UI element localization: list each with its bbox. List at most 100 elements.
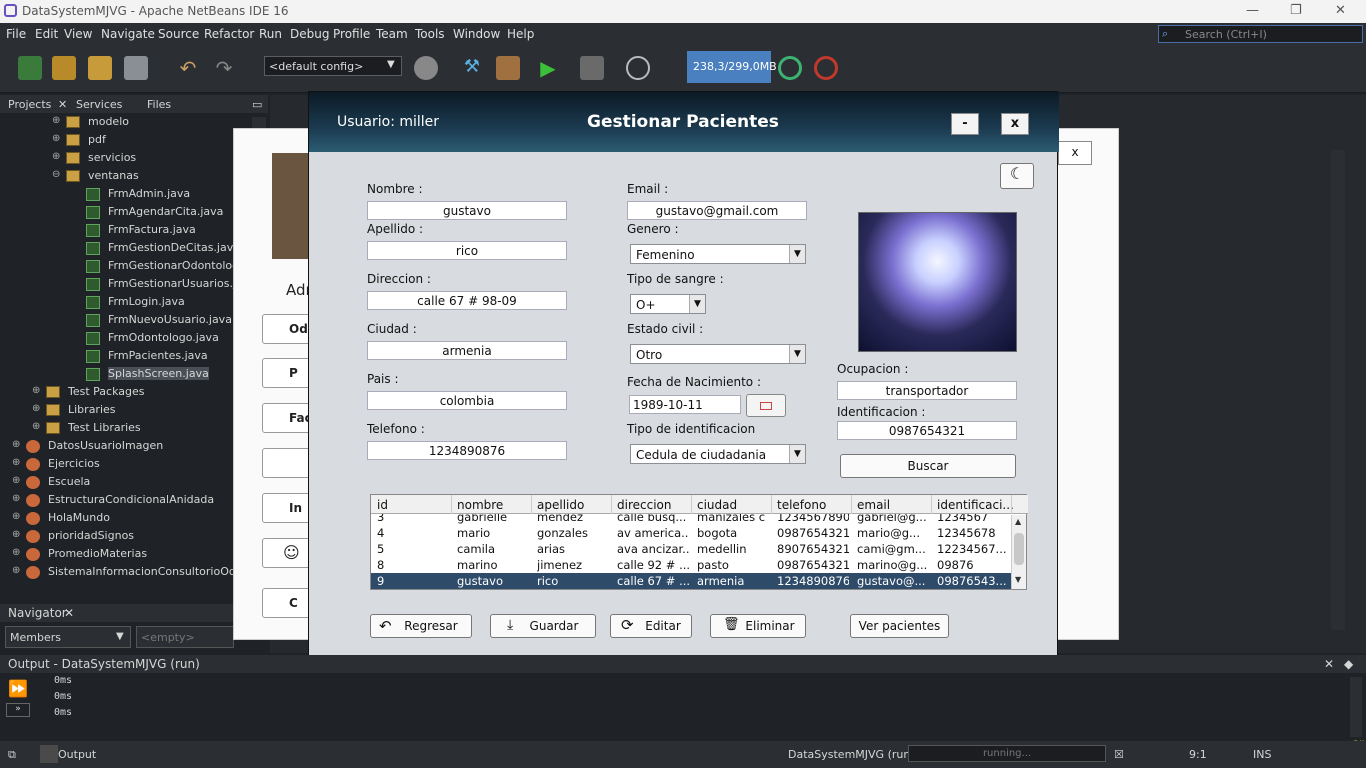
chevron-down-icon[interactable]: ▼	[116, 631, 124, 642]
minimize-button[interactable]: -	[951, 113, 979, 135]
identificacion-field[interactable]: 0987654321	[837, 421, 1017, 440]
col-ciudad[interactable]: ciudad	[697, 498, 737, 512]
table-row[interactable]: 5 camila arias ava ancizar... medellin 890765…	[371, 541, 1011, 557]
config-select[interactable]: <default config>	[264, 56, 402, 76]
table-row[interactable]: 3 gabrielle mendez calle busq... manizales c…	[371, 514, 1011, 525]
close-icon[interactable]: ✕	[64, 606, 74, 620]
chevron-down-icon[interactable]: ▼	[387, 59, 395, 70]
close-window-icon[interactable]: ✕	[1335, 3, 1346, 18]
scroll-thumb[interactable]	[1014, 533, 1024, 565]
tree-item[interactable]: FrmFactura.java	[108, 223, 196, 236]
cancel-task-icon[interactable]: ☒	[1114, 748, 1124, 761]
tree-item[interactable]: DatosUsuarioImagen	[48, 439, 163, 452]
tree-item[interactable]: FrmLogin.java	[108, 295, 185, 308]
tree-item[interactable]: FrmGestionDeCitas.java	[108, 241, 240, 254]
tab-services[interactable]: Services	[76, 98, 122, 111]
regresar-button[interactable]: ↶ Regresar	[370, 614, 472, 638]
search-input[interactable]: Search (Ctrl+I)	[1158, 25, 1363, 43]
tree-item[interactable]: Test Libraries	[68, 421, 141, 434]
members-select[interactable]: Members	[5, 626, 131, 648]
ocupacion-field[interactable]: transportador	[837, 381, 1017, 400]
nombre-field[interactable]: gustavo	[367, 201, 567, 220]
tree-item[interactable]: FrmGestionarOdontologos	[108, 259, 252, 272]
scroll-up-icon[interactable]: ▲	[1015, 517, 1021, 526]
close-icon[interactable]: ✕	[1324, 657, 1334, 671]
tree-item[interactable]: servicios	[88, 151, 136, 164]
profiler-icon[interactable]	[814, 56, 838, 80]
output-scrollbar[interactable]	[1350, 677, 1362, 737]
menu-team[interactable]: Team	[376, 27, 408, 41]
telefono-field[interactable]: 1234890876	[367, 441, 567, 460]
expand-toggle-icon[interactable]: ⊕	[12, 493, 20, 504]
output-console[interactable]: ⏩ » 0ms 0ms 0ms	[0, 673, 1366, 739]
expand-icon[interactable]: »	[6, 703, 30, 717]
redo-icon[interactable]: ↷	[212, 56, 236, 80]
new-project-icon[interactable]	[52, 56, 76, 80]
buscar-button[interactable]: Buscar	[840, 454, 1016, 478]
rerun-icon[interactable]: ⏩	[8, 679, 28, 698]
tab-files[interactable]: Files	[147, 98, 171, 111]
tree-item[interactable]: Libraries	[68, 403, 116, 416]
tree-item[interactable]: PromedioMaterias	[48, 547, 147, 560]
clean-build-icon[interactable]	[496, 56, 520, 80]
eliminar-button[interactable]: 🗑 Eliminar	[710, 614, 806, 638]
menu-source[interactable]: Source	[158, 27, 199, 41]
tree-item[interactable]: Escuela	[48, 475, 90, 488]
expand-toggle-icon[interactable]: ⊕	[32, 385, 40, 396]
expand-toggle-icon[interactable]: ⊕	[52, 151, 60, 162]
close-button[interactable]: x	[1058, 141, 1092, 165]
tree-item[interactable]: prioridadSignos	[48, 529, 134, 542]
tree-item[interactable]: modelo	[88, 115, 129, 128]
open-project-icon[interactable]	[88, 56, 112, 80]
menu-profile[interactable]: Profile	[333, 27, 370, 41]
profile-icon[interactable]	[626, 56, 650, 80]
expand-toggle-icon[interactable]: ⊕	[12, 439, 20, 450]
tree-item[interactable]: FrmPacientes.java	[108, 349, 208, 362]
fecha-field[interactable]: 1989-10-11	[629, 395, 741, 414]
tree-item[interactable]: FrmAdmin.java	[108, 187, 190, 200]
maximize-window-icon[interactable]: ❐	[1290, 3, 1302, 18]
col-nombre[interactable]: nombre	[457, 498, 503, 512]
filter-select[interactable]: <empty>	[136, 626, 234, 648]
expand-toggle-icon[interactable]: ⊕	[12, 529, 20, 540]
editar-button[interactable]: ⟳ Editar	[610, 614, 692, 638]
options-icon[interactable]: ◆	[1344, 657, 1353, 671]
expand-toggle-icon[interactable]: ⊕	[12, 565, 20, 576]
minimize-window-icon[interactable]: —	[1246, 3, 1259, 18]
dark-mode-moon-icon[interactable]: ☾	[1000, 163, 1034, 189]
save-all-icon[interactable]	[124, 56, 148, 80]
email-field[interactable]: gustavo@gmail.com	[627, 201, 807, 220]
table-row[interactable]: 8 marino jimenez calle 92 # ... pasto 0987654…	[371, 557, 1011, 573]
expand-toggle-icon[interactable]: ⊕	[12, 511, 20, 522]
table-row[interactable]: 9 gustavo rico calle 67 # ... armenia 1234890…	[371, 573, 1011, 589]
menu-help[interactable]: Help	[507, 27, 534, 41]
menu-refactor[interactable]: Refactor	[204, 27, 254, 41]
menu-edit[interactable]: Edit	[35, 27, 58, 41]
scroll-down-icon[interactable]: ▼	[1015, 575, 1021, 584]
menu-file[interactable]: File	[6, 27, 26, 41]
output-tab[interactable]: Output	[58, 748, 96, 761]
col-email[interactable]: email	[857, 498, 890, 512]
menu-debug[interactable]: Debug	[290, 27, 329, 41]
pais-field[interactable]: colombia	[367, 391, 567, 410]
ciudad-field[interactable]: armenia	[367, 341, 567, 360]
tree-item[interactable]: HolaMundo	[48, 511, 110, 524]
tree-item[interactable]: Ejercicios	[48, 457, 100, 470]
expand-toggle-icon[interactable]: ⊕	[32, 403, 40, 414]
civil-select[interactable]: Otro ▼	[630, 344, 806, 364]
genero-select[interactable]: Femenino ▼	[630, 244, 806, 264]
menu-window[interactable]: Window	[453, 27, 500, 41]
col-identificacion[interactable]: identificaci...	[937, 498, 1014, 512]
tree-item[interactable]: FrmAgendarCita.java	[108, 205, 223, 218]
tree-item[interactable]: FrmOdontologo.java	[108, 331, 219, 344]
tree-item[interactable]: SplashScreen.java	[108, 367, 209, 380]
tree-item[interactable]: ventanas	[88, 169, 139, 182]
col-telefono[interactable]: telefono	[777, 498, 826, 512]
restore-icon[interactable]: ⧉	[8, 748, 16, 762]
table-row[interactable]: 4 mario gonzales av america... bogota 0987654…	[371, 525, 1011, 541]
tree-item[interactable]: SistemaInformacionConsultorioOdonto	[48, 565, 261, 578]
globe-icon[interactable]	[414, 56, 438, 80]
tab-projects[interactable]: Projects	[8, 98, 51, 111]
close-button[interactable]: x	[1001, 113, 1029, 135]
debug-icon[interactable]	[580, 56, 604, 80]
